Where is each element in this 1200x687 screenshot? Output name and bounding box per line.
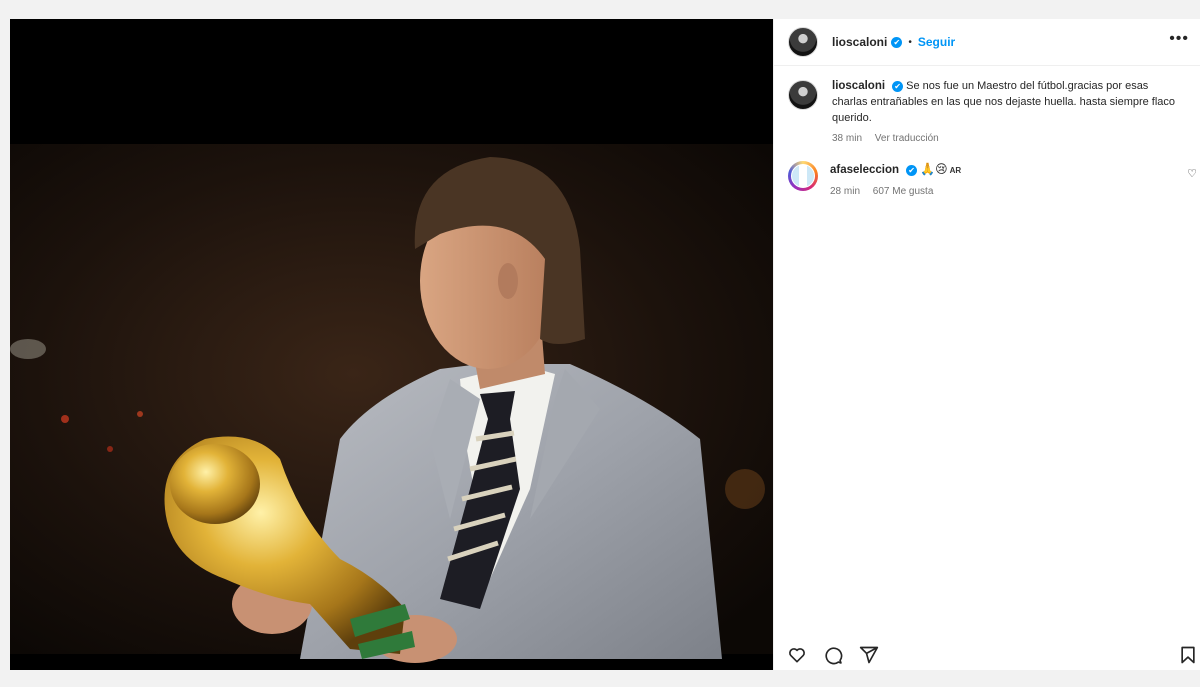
caption-meta: 38 min Ver traducción xyxy=(832,131,1177,147)
comment-like-heart-icon[interactable]: ♡ xyxy=(1187,167,1197,180)
comment-meta: 28 min 607 Me gusta xyxy=(830,184,1175,200)
caption-time: 38 min xyxy=(832,133,863,144)
like-heart-icon[interactable] xyxy=(786,644,808,666)
post-header: lioscaloni ✔ • Seguir ••• xyxy=(774,19,1200,66)
translate-link[interactable]: Ver traducción xyxy=(875,133,939,144)
photo-scene xyxy=(10,19,773,670)
caption-avatar[interactable] xyxy=(788,80,818,110)
comment-likes[interactable]: 607 Me gusta xyxy=(873,186,934,197)
save-bookmark-icon[interactable] xyxy=(1177,644,1199,666)
post-photo[interactable] xyxy=(10,19,773,670)
more-options-icon[interactable]: ••• xyxy=(1169,31,1189,47)
comment-time: 28 min xyxy=(830,186,861,197)
comment-text: 🙏😢 xyxy=(920,162,948,176)
share-send-icon[interactable] xyxy=(858,644,880,666)
post-sidebar: lioscaloni ✔ • Seguir ••• lioscaloni ✔ S… xyxy=(773,19,1200,670)
comment-bubble-icon[interactable] xyxy=(822,644,844,666)
post-modal: lioscaloni ✔ • Seguir ••• lioscaloni ✔ S… xyxy=(10,19,1200,670)
caption-username[interactable]: lioscaloni xyxy=(832,80,885,92)
commenter-username[interactable]: afaseleccion xyxy=(830,164,899,176)
author-avatar[interactable] xyxy=(788,27,818,57)
verified-badge-icon: ✔ xyxy=(906,164,918,176)
verified-badge-icon: ✔ xyxy=(892,80,904,92)
comment-item: afaseleccion ✔ 🙏😢 AR 28 min 607 Me gusta … xyxy=(774,147,1200,200)
post-actions xyxy=(774,640,1200,670)
commenter-avatar[interactable] xyxy=(788,161,818,191)
separator-dot: • xyxy=(908,36,912,48)
verified-badge-icon: ✔ xyxy=(891,36,903,48)
follow-button[interactable]: Seguir xyxy=(918,35,955,49)
caption: lioscaloni ✔ Se nos fue un Maestro del f… xyxy=(774,66,1200,147)
author-username[interactable]: lioscaloni xyxy=(832,35,887,49)
flag-label: AR xyxy=(949,166,962,175)
